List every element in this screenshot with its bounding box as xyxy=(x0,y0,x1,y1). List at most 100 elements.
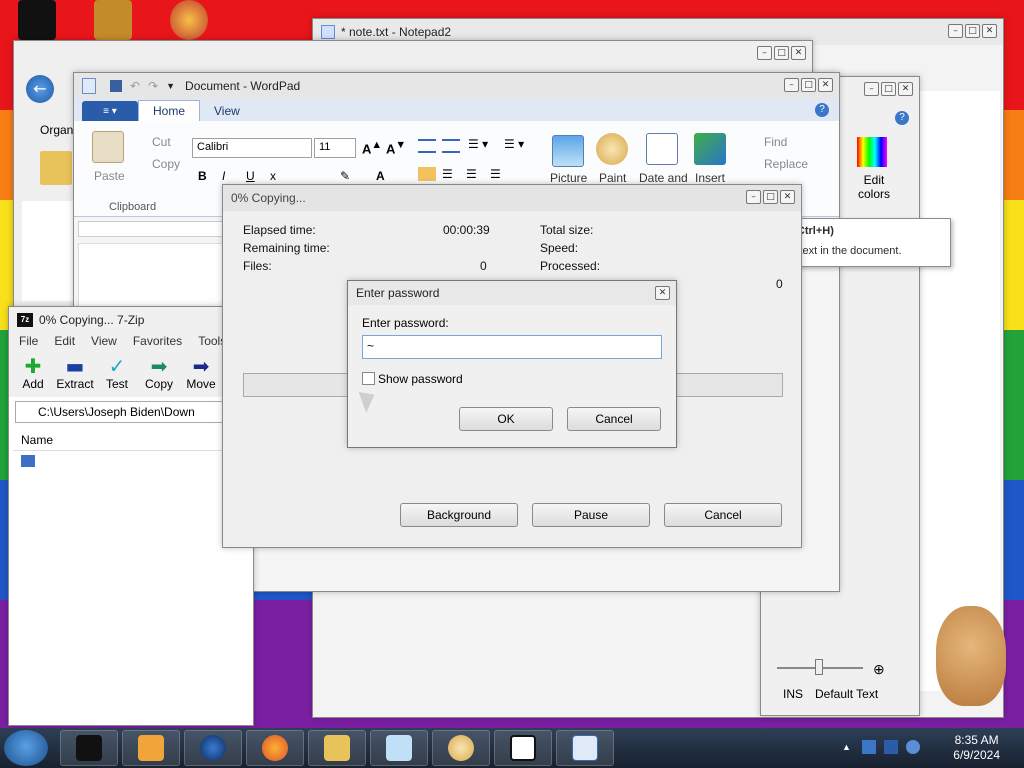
maximize-button[interactable]: □ xyxy=(965,24,980,38)
maximize-button[interactable]: □ xyxy=(763,190,778,204)
hamster-mascot-icon[interactable] xyxy=(936,606,1006,706)
menu-favorites[interactable]: Favorites xyxy=(133,334,182,348)
help-icon[interactable]: ? xyxy=(815,103,829,117)
replace-label[interactable]: Replace xyxy=(764,157,808,171)
background-button[interactable]: Background xyxy=(400,503,518,527)
close-button[interactable]: ✕ xyxy=(791,46,806,60)
paint-drawing-icon[interactable] xyxy=(596,133,628,165)
taskbar-item-7[interactable] xyxy=(432,730,490,766)
redo-icon[interactable]: ↷ xyxy=(148,79,158,93)
password-input[interactable]: ~ xyxy=(362,335,662,359)
calendar-icon[interactable] xyxy=(646,133,678,165)
decrease-indent-icon[interactable] xyxy=(418,139,436,153)
quick-access-dropdown-icon[interactable]: ▼ xyxy=(166,81,175,91)
tab-home[interactable]: Home xyxy=(138,100,201,121)
font-color-icon[interactable]: A xyxy=(376,169,385,183)
copy-label[interactable]: Copy xyxy=(152,157,180,171)
start-button[interactable] xyxy=(4,730,48,766)
sevenzip-titlebar[interactable]: 7z 0% Copying... 7-Zip xyxy=(9,307,253,333)
file-menu-button[interactable]: ≡ ▾ xyxy=(82,101,138,121)
close-button[interactable]: ✕ xyxy=(780,190,795,204)
taskbar-item-3[interactable] xyxy=(184,730,242,766)
back-arrow-icon[interactable]: ← xyxy=(26,75,54,103)
wordpad-titlebar[interactable]: ↶ ↷ ▼ Document - WordPad xyxy=(74,73,839,99)
undo-icon[interactable]: ↶ xyxy=(130,79,140,93)
desktop-icon-1[interactable] xyxy=(18,0,56,40)
taskbar-item-5[interactable] xyxy=(308,730,366,766)
font-family-select[interactable]: Calibri xyxy=(192,138,312,158)
tab-view[interactable]: View xyxy=(200,101,254,121)
copying-titlebar[interactable]: 0% Copying... xyxy=(223,185,801,211)
zoom-in-icon-2[interactable]: ⊕ xyxy=(873,661,885,678)
taskbar-item-6[interactable] xyxy=(370,730,428,766)
insert-object-icon[interactable] xyxy=(694,133,726,165)
desktop-icon-2[interactable] xyxy=(94,0,132,40)
bold-icon[interactable]: B xyxy=(198,169,207,183)
maximize-button[interactable]: □ xyxy=(801,78,816,92)
password-dialog[interactable]: Enter password ✕ Enter password: ~ Show … xyxy=(347,280,677,448)
align-left-icon[interactable] xyxy=(418,167,436,181)
edit-colors-icon[interactable] xyxy=(857,137,887,167)
align-center-icon[interactable]: ☰ xyxy=(442,167,453,181)
strikethrough-icon[interactable]: x xyxy=(270,169,276,183)
italic-icon[interactable]: I xyxy=(222,169,225,183)
highlight-icon[interactable]: ✎ xyxy=(340,169,350,183)
tray-expand-icon[interactable]: ▲ xyxy=(842,742,851,752)
taskbar-item-4[interactable] xyxy=(246,730,304,766)
close-button[interactable]: ✕ xyxy=(818,78,833,92)
font-size-select[interactable]: 11 xyxy=(314,138,356,158)
test-button[interactable]: ✓ Test xyxy=(97,355,137,391)
tray-icon-3[interactable] xyxy=(906,740,920,754)
underline-icon[interactable]: U xyxy=(246,169,255,183)
close-button[interactable]: ✕ xyxy=(982,24,997,38)
list-item[interactable] xyxy=(21,455,35,467)
paste-icon[interactable] xyxy=(92,131,124,163)
taskbar-item-8[interactable] xyxy=(494,730,552,766)
ok-button[interactable]: OK xyxy=(459,407,553,431)
minimize-button[interactable]: – xyxy=(948,24,963,38)
ruler[interactable] xyxy=(78,221,228,237)
shrink-font-icon[interactable]: A▼ xyxy=(386,139,406,156)
close-button[interactable]: ✕ xyxy=(898,82,913,96)
close-button[interactable]: ✕ xyxy=(655,286,670,300)
paste-label[interactable]: Paste xyxy=(94,169,125,183)
name-column-header[interactable]: Name xyxy=(13,427,253,451)
extract-button[interactable]: ▬ Extract xyxy=(55,355,95,391)
move-button[interactable]: ➡ Move xyxy=(181,355,221,391)
menu-view[interactable]: View xyxy=(91,334,117,348)
bullets-icon[interactable]: ☰ ▾ xyxy=(468,137,488,151)
insert-object-label[interactable]: Insert xyxy=(695,171,725,185)
taskbar-item-9[interactable] xyxy=(556,730,614,766)
picture-label[interactable]: Picture xyxy=(550,171,587,185)
maximize-button[interactable]: □ xyxy=(774,46,789,60)
taskbar-item-1[interactable] xyxy=(60,730,118,766)
notepad-text-area[interactable] xyxy=(918,91,1000,691)
cancel-button[interactable]: Cancel xyxy=(664,503,782,527)
date-time-label[interactable]: Date and xyxy=(639,171,688,185)
show-password-checkbox[interactable] xyxy=(362,372,375,385)
cancel-button[interactable]: Cancel xyxy=(567,407,661,431)
menu-file[interactable]: File xyxy=(19,334,38,348)
nav-pane[interactable] xyxy=(22,201,74,301)
path-input[interactable]: C:\Users\Joseph Biden\Down xyxy=(15,401,255,423)
pause-button[interactable]: Pause xyxy=(532,503,650,527)
add-button[interactable]: ✚ Add xyxy=(13,355,53,391)
tray-icon-1[interactable] xyxy=(862,740,876,754)
maximize-button[interactable]: □ xyxy=(881,82,896,96)
copy-button[interactable]: ➡ Copy xyxy=(139,355,179,391)
help-icon[interactable]: ? xyxy=(895,111,909,125)
show-password-label[interactable]: Show password xyxy=(378,372,463,386)
paint-drawing-label[interactable]: Paint xyxy=(599,171,626,185)
taskbar-item-2[interactable] xyxy=(122,730,180,766)
line-spacing-icon[interactable]: ☰ ▾ xyxy=(504,137,524,151)
desktop-icon-3[interactable] xyxy=(170,0,208,40)
picture-icon[interactable] xyxy=(552,135,584,167)
align-right-icon[interactable]: ☰ xyxy=(466,167,477,181)
minimize-button[interactable]: – xyxy=(746,190,761,204)
minimize-button[interactable]: – xyxy=(864,82,879,96)
organize-label[interactable]: Organ xyxy=(40,123,73,137)
cut-label[interactable]: Cut xyxy=(152,135,171,149)
clock[interactable]: 8:35 AM 6/9/2024 xyxy=(953,733,1000,763)
find-label[interactable]: Find xyxy=(764,135,787,149)
grow-font-icon[interactable]: A▲ xyxy=(362,139,382,156)
